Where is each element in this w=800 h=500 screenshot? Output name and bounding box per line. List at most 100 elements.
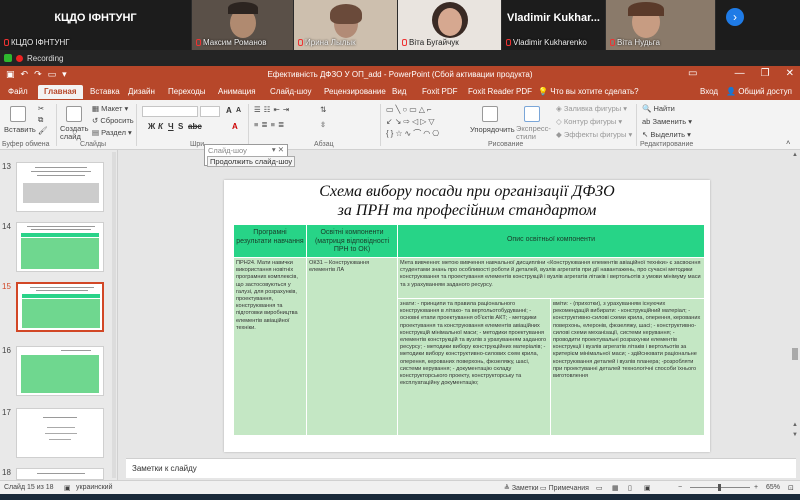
ribbon-options-icon[interactable]: ▭: [688, 68, 697, 79]
participant-hair: [628, 2, 664, 16]
close-icon[interactable]: ▾ ✕: [272, 145, 284, 154]
paste-icon[interactable]: [10, 106, 26, 122]
share-button[interactable]: 👤 Общий доступ: [726, 87, 792, 96]
format-painter-icon[interactable]: 🖌: [38, 126, 48, 135]
participant-tile[interactable]: КЦДО ІФНТУНГ КЦДО ІФНТУНГ: [0, 0, 192, 50]
fit-slide-icon[interactable]: ⊡: [788, 484, 794, 492]
tell-me-box[interactable]: 💡 Что вы хотите сделать?: [538, 87, 639, 96]
group-clipboard-label: Буфер обмена: [2, 141, 50, 148]
tab-slideshow[interactable]: Слайд-шоу: [270, 87, 311, 96]
select-button[interactable]: ↖ Выделить ▾: [642, 130, 691, 139]
list-buttons[interactable]: ☰☷⇤⇥: [254, 105, 292, 114]
slide-thumbnail-13[interactable]: [16, 162, 104, 212]
font-color-button[interactable]: A: [232, 122, 238, 131]
decrease-font-icon[interactable]: A: [236, 107, 241, 114]
text-direction-icon[interactable]: ⇅: [320, 105, 326, 114]
minimize-button[interactable]: —: [735, 68, 745, 79]
cut-icon[interactable]: ✂: [38, 104, 44, 113]
paste-button[interactable]: Вставить: [4, 125, 36, 134]
arrange-icon[interactable]: [482, 106, 498, 122]
scroll-up-icon[interactable]: ▲: [792, 152, 798, 158]
copy-icon[interactable]: ⧉: [38, 115, 43, 125]
reading-view-icon[interactable]: ▯: [628, 484, 632, 492]
tab-home[interactable]: Главная: [38, 85, 83, 99]
tab-foxit-pdf[interactable]: Foxit PDF: [422, 87, 458, 96]
shadow-button[interactable]: S: [178, 122, 183, 131]
zoom-slider-handle[interactable]: [718, 484, 721, 491]
chevron-right-icon[interactable]: ›: [726, 8, 744, 26]
tab-foxit-reader-pdf[interactable]: Foxit Reader PDF: [468, 87, 532, 96]
language-indicator[interactable]: украинский: [76, 484, 113, 491]
slide-thumbnail-14[interactable]: [16, 222, 104, 272]
new-slide-icon[interactable]: [66, 106, 82, 122]
font-size-dropdown[interactable]: [200, 106, 220, 117]
tab-file[interactable]: Файл: [8, 87, 28, 96]
mic-muted-icon: [4, 39, 9, 46]
notes-toggle[interactable]: ≜ Заметки: [504, 484, 539, 492]
scroll-thumb[interactable]: [792, 348, 798, 360]
participant-tile[interactable]: Віта Бугайчук: [398, 0, 502, 50]
participant-caption: Віта Бугайчук: [402, 38, 459, 47]
os-taskbar: [0, 494, 800, 500]
replace-button[interactable]: ab Заменить ▾: [642, 117, 692, 126]
shape-outline-button[interactable]: ◇ Контур фигуры ▾: [556, 117, 622, 126]
collapse-ribbon-icon[interactable]: ˄: [786, 138, 790, 147]
maximize-button[interactable]: ❐: [761, 68, 770, 79]
slide-scrollbar[interactable]: ▲ ▲ ▼: [792, 152, 798, 452]
scroll-up-icon[interactable]: ▲: [792, 422, 798, 428]
align-text-icon[interactable]: ⇳: [320, 120, 326, 129]
slide-canvas[interactable]: Схема вибору посади при організації ДФЗО…: [224, 180, 710, 452]
find-button[interactable]: 🔍 Найти: [642, 104, 675, 113]
participant-tile[interactable]: Vladimir Kukhar... Vladimir Kukharenko: [502, 0, 606, 50]
tooltip-title: Слайд-шоу: [208, 146, 247, 155]
tab-design[interactable]: Дизайн: [128, 87, 155, 96]
slide-thumbnail-17[interactable]: [16, 408, 104, 458]
recording-label: Recording: [27, 53, 64, 63]
continue-slideshow-button[interactable]: Продолжить слайд-шоу: [207, 156, 296, 167]
slide-thumbnail-15[interactable]: [16, 282, 104, 332]
bold-button[interactable]: Ж: [148, 122, 155, 131]
participant-tile[interactable]: Ирина Лылык: [294, 0, 398, 50]
quick-styles-icon[interactable]: [524, 106, 540, 122]
tab-view[interactable]: Вид: [392, 87, 406, 96]
layout-button[interactable]: ▦ Макет ▾: [92, 104, 128, 113]
reset-button[interactable]: ↺ Сбросить: [92, 116, 134, 125]
zoom-in-icon[interactable]: +: [754, 484, 758, 491]
section-button[interactable]: ▤ Раздел ▾: [92, 128, 132, 137]
slide-thumbnail-18[interactable]: [16, 468, 104, 480]
table-cell: ОК31 – Конструювання елементів ЛА: [307, 258, 397, 435]
shapes-gallery[interactable]: ▭╲○▭△⌐ ↙↘⇨◁▷▽ {}☆∿⌒◠⎔: [386, 104, 456, 144]
strikethrough-button[interactable]: abc: [188, 122, 202, 131]
italic-button[interactable]: К: [158, 122, 163, 131]
zoom-out-icon[interactable]: −: [678, 484, 682, 491]
ribbon-tabs: Файл Главная Вставка Дизайн Переходы Ани…: [0, 84, 800, 100]
notes-pane[interactable]: Заметки к слайду: [126, 458, 796, 478]
increase-font-icon[interactable]: A: [226, 106, 232, 115]
tab-transitions[interactable]: Переходы: [168, 87, 206, 96]
underline-button[interactable]: Ч: [168, 122, 174, 131]
close-button[interactable]: ✕: [786, 68, 794, 79]
arrange-button[interactable]: Упорядочить: [470, 125, 515, 134]
quick-styles-button[interactable]: Экспресс-стили: [516, 125, 552, 141]
tab-insert[interactable]: Вставка: [90, 87, 120, 96]
shape-effects-button[interactable]: ◆ Эффекты фигуры ▾: [556, 130, 632, 139]
alignment-buttons[interactable]: ≡≣≡≣: [254, 120, 287, 129]
font-name-dropdown[interactable]: [142, 106, 198, 117]
thumbnails-scrollbar[interactable]: [112, 152, 116, 478]
slide-thumbnail-16[interactable]: [16, 346, 104, 396]
slide-sorter-icon[interactable]: ▦: [612, 484, 619, 492]
shape-fill-button[interactable]: ◈ Заливка фигуры ▾: [556, 104, 627, 113]
participant-tile[interactable]: Віта Нудьга: [606, 0, 716, 50]
participant-caption: Ирина Лылык: [298, 38, 356, 47]
new-slide-button[interactable]: Создать слайд: [60, 125, 90, 141]
sign-in-link[interactable]: Вход: [700, 87, 718, 96]
spellcheck-icon[interactable]: ▣: [64, 484, 71, 492]
tab-review[interactable]: Рецензирование: [324, 87, 386, 96]
slideshow-view-icon[interactable]: ▣: [644, 484, 651, 492]
normal-view-icon[interactable]: ▭: [596, 484, 603, 492]
tab-animations[interactable]: Анимация: [218, 87, 256, 96]
zoom-level[interactable]: 65%: [766, 484, 780, 491]
scroll-down-icon[interactable]: ▼: [792, 432, 798, 438]
participant-tile[interactable]: Максим Романов: [192, 0, 294, 50]
comments-toggle[interactable]: ▭ Примечания: [540, 484, 589, 492]
